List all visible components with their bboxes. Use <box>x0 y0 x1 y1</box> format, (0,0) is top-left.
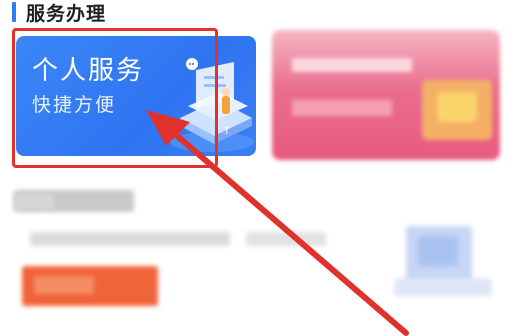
annotation-arrow-icon <box>146 110 409 336</box>
